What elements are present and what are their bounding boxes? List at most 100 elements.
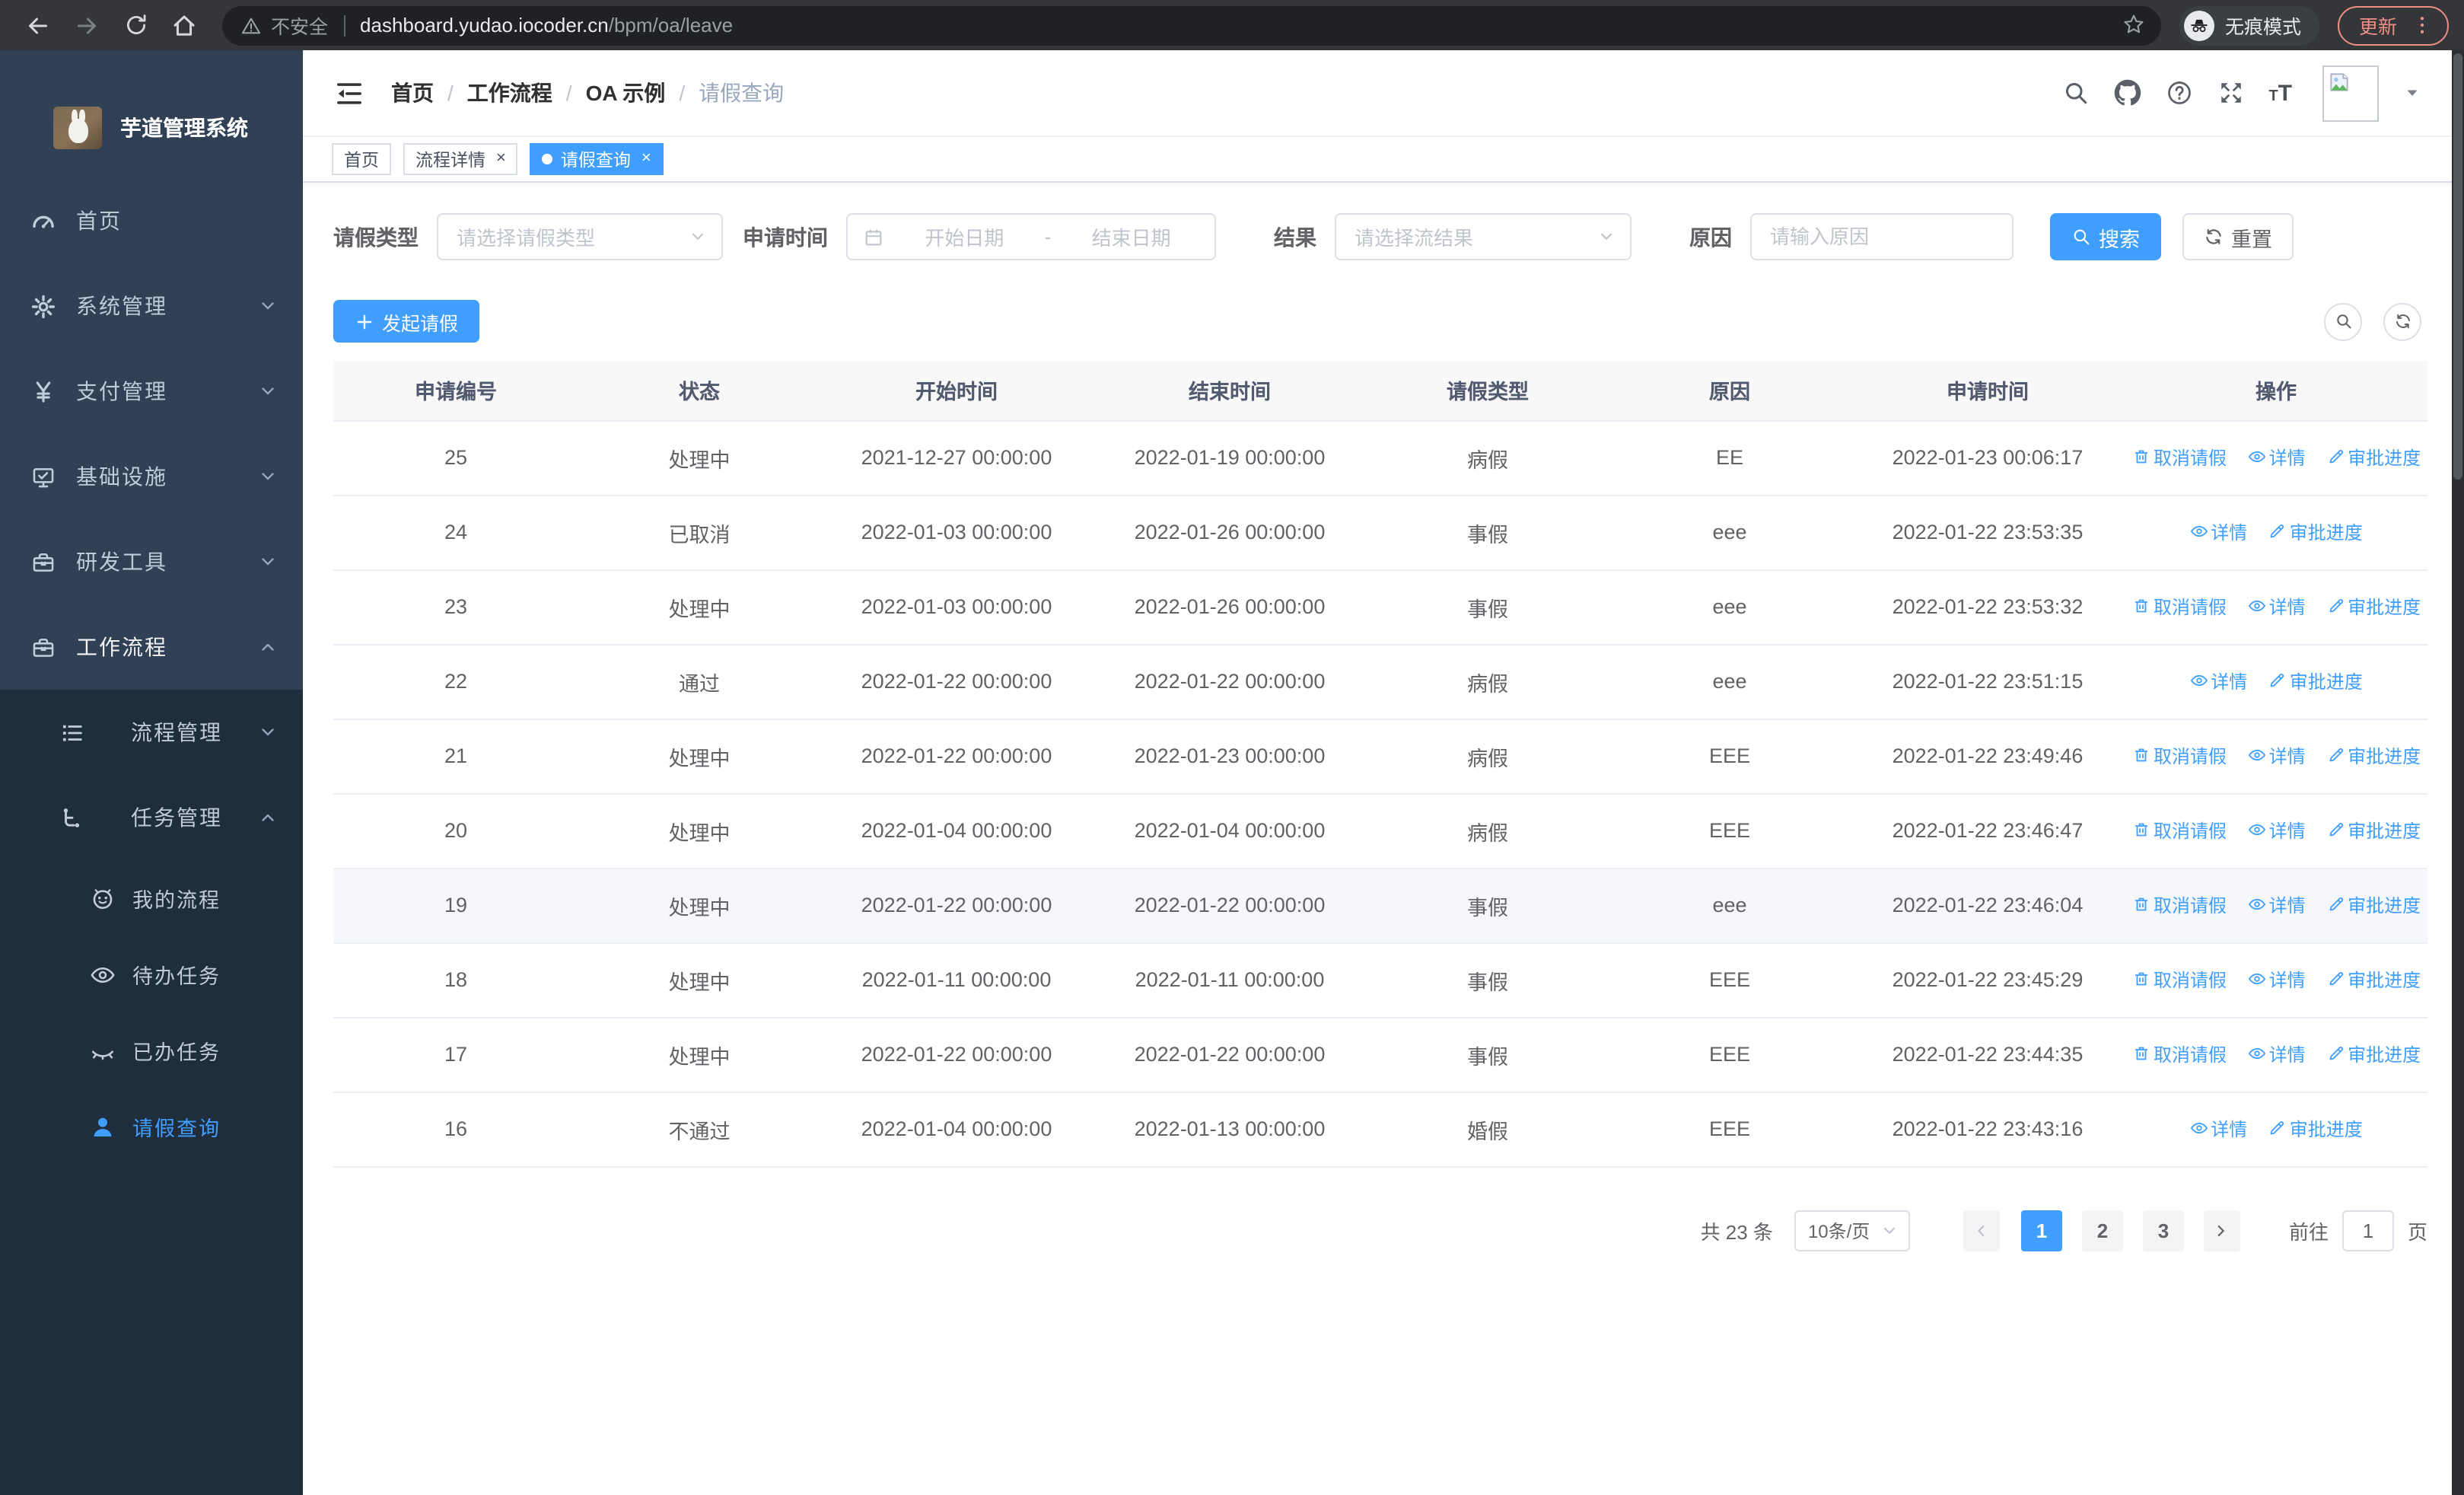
sidebar-item[interactable]: 系统管理 xyxy=(0,264,303,349)
cell-leave-type: 病假 xyxy=(1367,420,1609,496)
refresh-table-button[interactable] xyxy=(2383,302,2421,340)
sidebar-item[interactable]: 支付管理 xyxy=(0,349,303,435)
cancel-leave-link[interactable]: 取消请假 xyxy=(2132,445,2227,470)
search-button[interactable]: 搜索 xyxy=(2050,213,2161,260)
detail-link[interactable]: 详情 xyxy=(2248,445,2306,470)
approval-progress-link[interactable]: 审批进度 xyxy=(2326,743,2421,769)
page-size-select[interactable]: 10条/页 xyxy=(1794,1210,1910,1251)
page-number-button[interactable]: 2 xyxy=(2081,1210,2123,1251)
detail-link[interactable]: 详情 xyxy=(2248,892,2306,918)
goto-page: 前往 页 xyxy=(2289,1210,2427,1251)
scrollbar-thumb[interactable] xyxy=(2453,53,2462,480)
next-page-button[interactable] xyxy=(2203,1210,2240,1251)
back-icon[interactable] xyxy=(18,5,58,45)
browser-update-button[interactable]: 更新 xyxy=(2337,5,2449,45)
cell-start-time: 2021-12-27 00:00:00 xyxy=(820,420,1093,496)
sidebar-item[interactable]: 基础设施 xyxy=(0,435,303,520)
approval-progress-link[interactable]: 审批进度 xyxy=(2326,445,2421,470)
sidebar-item[interactable]: 请假查询 xyxy=(0,1089,303,1165)
date-range-picker[interactable]: 开始日期 - 结束日期 xyxy=(846,213,1216,260)
create-leave-button[interactable]: 发起请假 xyxy=(333,300,480,343)
home-icon[interactable] xyxy=(164,5,204,45)
detail-link[interactable]: 详情 xyxy=(2248,594,2306,620)
help-icon[interactable] xyxy=(2165,79,2192,107)
cancel-leave-link[interactable]: 取消请假 xyxy=(2132,818,2227,843)
approval-progress-link[interactable]: 审批进度 xyxy=(2268,519,2363,545)
sidebar-item[interactable]: 流程管理 xyxy=(0,690,303,776)
cell-start-time: 2022-01-11 00:00:00 xyxy=(820,942,1093,1018)
leave-type-select[interactable]: 请选择请假类型 xyxy=(437,213,723,260)
page-content: 请假类型 请选择请假类型 申请时间 开始日期 - 结束日期 结果 请选择流结果 … xyxy=(303,183,2464,1495)
approval-progress-link[interactable]: 审批进度 xyxy=(2326,892,2421,918)
cell-apply-time: 2022-01-22 23:44:35 xyxy=(1851,1017,2125,1092)
cancel-leave-link[interactable]: 取消请假 xyxy=(2132,743,2227,769)
reload-icon[interactable] xyxy=(116,5,155,45)
close-icon[interactable]: × xyxy=(496,150,506,167)
breadcrumb-item[interactable]: 请假查询 / xyxy=(699,78,784,108)
sidebar-item[interactable]: 研发工具 xyxy=(0,520,303,605)
breadcrumb-item[interactable]: 工作流程 / xyxy=(467,78,586,108)
forward-icon[interactable] xyxy=(67,5,107,45)
eye-icon xyxy=(2189,523,2208,541)
view-tab[interactable]: 流程详情 × xyxy=(403,143,518,175)
user-menu-caret-icon[interactable] xyxy=(2403,84,2421,102)
prev-page-button[interactable] xyxy=(1963,1210,2000,1251)
cancel-leave-link[interactable]: 取消请假 xyxy=(2132,1041,2227,1067)
sidebar-item[interactable]: 工作流程 xyxy=(0,605,303,690)
sidebar-fold-icon[interactable] xyxy=(324,69,373,117)
goto-page-input[interactable] xyxy=(2341,1210,2394,1251)
breadcrumb-item[interactable]: 首页 / xyxy=(391,78,467,108)
close-icon[interactable]: × xyxy=(641,150,651,167)
search-icon[interactable] xyxy=(2061,79,2089,107)
approval-progress-link[interactable]: 审批进度 xyxy=(2326,1041,2421,1067)
user-avatar[interactable] xyxy=(2322,65,2379,121)
cell-leave-type: 事假 xyxy=(1367,868,1609,943)
detail-link[interactable]: 详情 xyxy=(2189,668,2247,694)
sidebar-item[interactable]: 首页 xyxy=(0,179,303,264)
view-tab[interactable]: 首页 × xyxy=(332,143,391,175)
trash-icon xyxy=(2132,448,2150,467)
breadcrumb-item[interactable]: OA 示例 / xyxy=(586,78,699,108)
sidebar-item[interactable]: 任务管理 xyxy=(0,775,303,861)
detail-link[interactable]: 详情 xyxy=(2248,967,2306,993)
menu-dots-icon[interactable] xyxy=(2411,14,2434,37)
detail-link[interactable]: 详情 xyxy=(2248,743,2306,769)
view-tab[interactable]: 请假查询 × xyxy=(530,143,664,175)
result-select[interactable]: 请选择流结果 xyxy=(1335,213,1632,260)
sidebar-item[interactable]: 待办任务 xyxy=(0,936,303,1013)
page-scrollbar[interactable] xyxy=(2452,50,2464,1495)
page-number-button[interactable]: 3 xyxy=(2142,1210,2184,1251)
cell-actions: 取消请假 详情 审批进度 xyxy=(2125,942,2427,1018)
approval-progress-link[interactable]: 审批进度 xyxy=(2268,1116,2363,1142)
eye-icon xyxy=(2248,896,2266,914)
reset-button[interactable]: 重置 xyxy=(2182,213,2294,260)
page-number-button[interactable]: 1 xyxy=(2020,1210,2062,1251)
font-size-icon[interactable]: TT xyxy=(2268,80,2292,106)
approval-progress-link[interactable]: 审批进度 xyxy=(2326,818,2421,843)
bookmark-star-icon[interactable] xyxy=(2122,11,2146,39)
breadcrumb-separator: / xyxy=(565,81,572,105)
app-logo[interactable]: 芋道管理系统 xyxy=(0,50,303,179)
approval-progress-link[interactable]: 审批进度 xyxy=(2326,594,2421,620)
cancel-leave-link[interactable]: 取消请假 xyxy=(2132,892,2227,918)
detail-link[interactable]: 详情 xyxy=(2248,1041,2306,1067)
fullscreen-icon[interactable] xyxy=(2217,79,2244,107)
cancel-leave-link[interactable]: 取消请假 xyxy=(2132,967,2227,993)
sidebar-menu: 首页 系统管理 支付管理 基础设施 研发工具 工作流程 流程管理 任务管理 我的… xyxy=(0,179,303,1165)
detail-link[interactable]: 详情 xyxy=(2189,1116,2247,1142)
security-status[interactable]: 不安全 xyxy=(240,11,328,40)
approval-progress-link[interactable]: 审批进度 xyxy=(2268,668,2363,694)
cell-leave-type: 事假 xyxy=(1367,942,1609,1018)
incognito-icon xyxy=(2183,10,2214,40)
cancel-leave-link[interactable]: 取消请假 xyxy=(2132,594,2227,620)
table-row: 17 处理中 2022-01-22 00:00:00 2022-01-22 00… xyxy=(333,1017,2427,1092)
sidebar-item[interactable]: 我的流程 xyxy=(0,860,303,937)
detail-link[interactable]: 详情 xyxy=(2248,818,2306,843)
github-icon[interactable] xyxy=(2113,79,2141,107)
approval-progress-link[interactable]: 审批进度 xyxy=(2326,967,2421,993)
show-search-button[interactable] xyxy=(2324,302,2362,340)
detail-link[interactable]: 详情 xyxy=(2189,519,2247,545)
sidebar-item[interactable]: 已办任务 xyxy=(0,1012,303,1089)
address-bar[interactable]: 不安全 dashboard.yudao.iocoder.cn/bpm/oa/le… xyxy=(222,5,2161,45)
reason-input[interactable] xyxy=(1750,213,2014,260)
